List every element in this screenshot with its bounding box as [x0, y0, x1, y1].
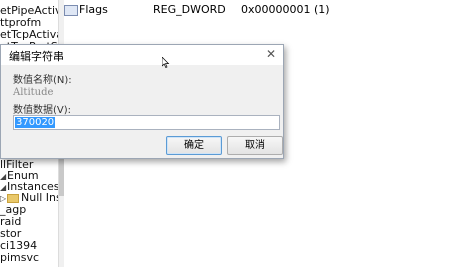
dialog-body: 数值名称(N): Altitude 数值数据(V): 370020 确定 取消 [1, 65, 283, 158]
value-name-field: Altitude [13, 87, 54, 98]
value-data-input[interactable]: 370020 [13, 115, 280, 130]
tree-item-label: pimsvc [0, 251, 40, 264]
close-icon[interactable]: ✕ [263, 47, 279, 61]
value-name-label: 数值名称(N): [13, 75, 72, 86]
registry-value-icon [64, 5, 78, 16]
value-row[interactable]: Flags REG_DWORD 0x00000001 (1) [64, 3, 474, 17]
ok-button[interactable]: 确定 [166, 136, 222, 155]
dialog-titlebar[interactable]: 编辑字符串 ✕ [1, 45, 283, 65]
dialog-title: 编辑字符串 [9, 50, 64, 63]
folder-icon [7, 193, 19, 203]
value-data-label: 数值数据(V): [13, 105, 72, 116]
mouse-pointer-icon [162, 57, 170, 68]
tree-item[interactable]: pimsvc [0, 251, 39, 264]
edit-string-dialog: 编辑字符串 ✕ 数值名称(N): Altitude 数值数据(V): 37002… [0, 44, 284, 159]
cancel-button[interactable]: 取消 [227, 136, 283, 155]
value-name: Flags [79, 3, 108, 16]
value-data-text: 370020 [15, 117, 56, 128]
value-type: REG_DWORD [153, 3, 226, 16]
value-data: 0x00000001 (1) [241, 3, 330, 16]
tree-item-label: Null Ins [21, 191, 58, 204]
